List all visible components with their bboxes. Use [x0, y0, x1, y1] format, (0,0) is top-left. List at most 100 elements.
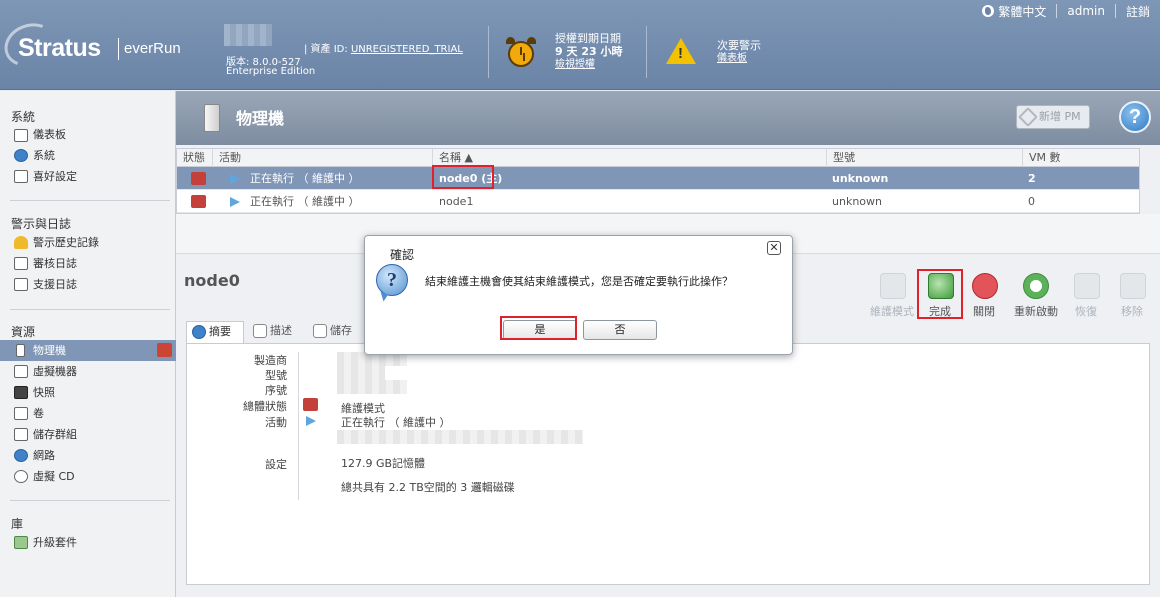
activity-cell: 正在執行 （ 維護中 ） [250, 172, 360, 185]
action-label: 恢復 [1075, 305, 1097, 318]
highlight-yes [500, 316, 577, 340]
sidebar-item-label: 升級套件 [33, 536, 77, 549]
table-header: 狀態 活動 名稱 ▲ 型號 VM 數 [177, 149, 1139, 167]
sidebar-item-upgrade-kits[interactable]: 升級套件 [0, 532, 176, 553]
sidebar-section-title: 系統 [11, 110, 36, 124]
edition-label: Enterprise Edition [226, 66, 316, 77]
label-config: 設定 [265, 458, 287, 471]
sidebar-item-label: 物理機 [33, 344, 66, 357]
dashboard-link[interactable]: 儀表板 [717, 52, 761, 65]
asset-id-label: | 資產 ID: [304, 44, 348, 55]
view-license-link[interactable]: 檢視授權 [555, 58, 622, 71]
column-header-status[interactable]: 狀態 [177, 149, 213, 167]
label-activity: 活動 [265, 416, 287, 429]
sidebar-section-alerts: 警示與日誌 警示歷史記錄 審核日誌 支援日誌 [0, 216, 176, 295]
top-navigation: 繁體中文 admin 註銷 [972, 2, 1160, 20]
highlight-finish [917, 269, 963, 319]
logo-product: everRun [124, 40, 181, 57]
license-remaining: 9 天 23 小時 [555, 45, 623, 58]
camera-icon [14, 386, 28, 399]
sidebar-item-audit-log[interactable]: 審核日誌 [0, 253, 176, 274]
logout-link[interactable]: 註銷 [1116, 3, 1160, 20]
logo-separator [118, 38, 119, 60]
preferences-icon [14, 170, 28, 183]
column-header-activity[interactable]: 活動 [213, 149, 433, 167]
header-separator [488, 26, 489, 78]
sidebar-item-snapshots[interactable]: 快照 [0, 382, 176, 403]
label-manufacturer: 製造商 [254, 354, 287, 367]
tab-label: 描述 [270, 324, 292, 337]
highlight-node0 [432, 165, 494, 189]
column-header-model[interactable]: 型號 [827, 149, 1023, 167]
label-serial: 序號 [265, 384, 287, 397]
shutdown-button[interactable]: 關閉 [958, 267, 1010, 323]
language-selector[interactable]: 繁體中文 [972, 3, 1056, 20]
column-header-vm-count[interactable]: VM 數 [1023, 149, 1141, 167]
trash-icon [1120, 273, 1146, 299]
summary-panel: 製造商 型號 序號 總體狀態 活動 設定 維護模式 正在執行 （ 維護中 ） 1… [186, 343, 1150, 585]
panel-divider [298, 352, 299, 500]
wrench-icon [1018, 107, 1038, 127]
alarm-clock-icon [506, 37, 536, 67]
remove-button[interactable]: 移除 [1106, 267, 1158, 323]
dashboard-icon [14, 129, 28, 142]
redacted-model [337, 366, 385, 380]
document-edit-icon [14, 278, 28, 291]
table-row[interactable]: 正在執行 （ 維護中 ） node1 unknown 0 [177, 190, 1139, 213]
server-icon [16, 344, 25, 357]
volume-icon [14, 407, 28, 420]
restart-button[interactable]: 重新啟動 [1006, 267, 1066, 323]
sidebar-divider [10, 500, 170, 501]
license-title: 授權到期日期 [555, 32, 621, 45]
sidebar-item-preferences[interactable]: 喜好設定 [0, 166, 176, 187]
maintenance-mode-button[interactable]: 維護模式 [866, 267, 918, 323]
page-title: 物理機 [236, 109, 285, 128]
vm-count-cell: 2 [1028, 172, 1036, 185]
label-overall-status: 總體狀態 [243, 400, 287, 413]
sidebar-item-volumes[interactable]: 卷 [0, 403, 176, 424]
asset-id-link[interactable]: UNREGISTERED_TRIAL [351, 44, 463, 55]
sidebar-section-system: 系統 儀表板 系統 喜好設定 [0, 109, 176, 187]
sidebar-item-physical-machines[interactable]: 物理機 [0, 340, 176, 361]
storage-icon [313, 324, 327, 338]
tab-storage[interactable]: 儲存 [308, 321, 366, 343]
sidebar-item-dashboard[interactable]: 儀表板 [0, 125, 176, 145]
license-info: 授權到期日期 9 天 23 小時 檢視授權 [555, 32, 622, 71]
add-pm-button[interactable]: 新增 PM [1016, 105, 1090, 129]
help-icon[interactable]: ? [1119, 101, 1151, 133]
sidebar-item-label: 審核日誌 [33, 257, 77, 270]
sidebar-section-title: 資源 [11, 325, 36, 339]
play-icon [306, 416, 316, 426]
add-pm-label: 新增 PM [1039, 110, 1081, 123]
tab-description[interactable]: 描述 [248, 321, 306, 343]
sidebar-item-system[interactable]: 系統 [0, 145, 176, 166]
sidebar-item-label: 網路 [33, 449, 55, 462]
recover-button[interactable]: 恢復 [1060, 267, 1112, 323]
upgrade-kit-icon [14, 536, 28, 549]
sidebar-item-storage-groups[interactable]: 儲存群組 [0, 424, 176, 445]
table-row[interactable]: 正在執行 （ 維護中 ） node0 (主) unknown 2 [177, 167, 1139, 190]
sidebar-item-networks[interactable]: 網路 [0, 445, 176, 466]
sidebar-item-virtual-machines[interactable]: 虛擬機器 [0, 361, 176, 382]
restart-icon [1023, 273, 1049, 299]
question-icon: ? [376, 264, 408, 296]
dialog-title: 確認 [390, 248, 415, 262]
user-menu[interactable]: admin [1057, 4, 1115, 18]
redacted-system-name [224, 24, 272, 46]
sidebar-item-alert-history[interactable]: 警示歷史記錄 [0, 232, 176, 253]
sidebar-item-virtual-cds[interactable]: 虛擬 CD [0, 466, 176, 487]
calendar-icon [14, 257, 28, 270]
tab-summary[interactable]: 摘要 [186, 321, 244, 343]
close-icon[interactable]: ✕ [767, 241, 781, 255]
detail-node-title: node0 [184, 271, 240, 290]
no-button[interactable]: 否 [583, 320, 657, 340]
sidebar-item-label: 虛擬 CD [33, 470, 75, 483]
sidebar-item-support-log[interactable]: 支援日誌 [0, 274, 176, 295]
maintenance-icon [880, 273, 906, 299]
sidebar-section-resources: 資源 物理機 虛擬機器 快照 卷 儲存群組 網路 虛擬 CD [0, 324, 176, 487]
globe-icon [14, 449, 28, 462]
physical-machines-table: 狀態 活動 名稱 ▲ 型號 VM 數 正在執行 （ 維護中 ） node0 (主… [176, 148, 1140, 214]
action-label: 重新啟動 [1014, 305, 1058, 318]
alert-title: 次要警示 [717, 39, 761, 52]
server-icon [204, 104, 220, 132]
